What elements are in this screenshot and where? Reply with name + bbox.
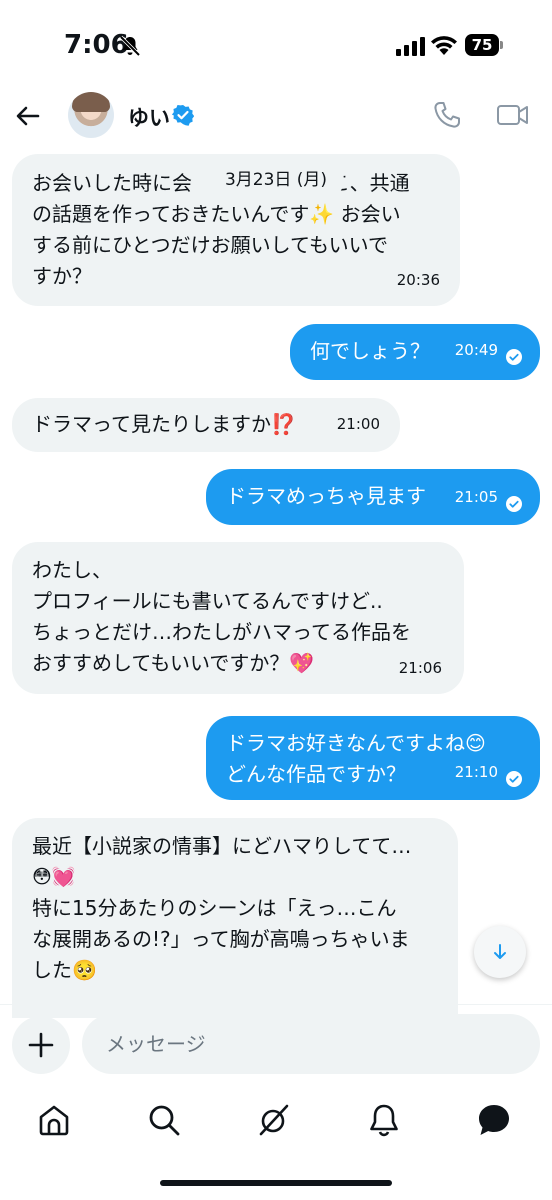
notifications-icon[interactable] <box>366 1102 402 1138</box>
message-incoming[interactable]: ドラマって見たりしますか⁉️ 21:00 <box>12 398 400 452</box>
bottom-tab-bar <box>0 1090 552 1150</box>
message-outgoing[interactable]: ドラマめっちゃ見ます 21:05 <box>206 469 540 525</box>
battery-indicator: 75 <box>465 34 505 56</box>
message-incoming[interactable]: わたし、 プロフィールにも書いてるんですけど.. ちょっとだけ…わたしがハマって… <box>12 542 464 694</box>
search-icon[interactable] <box>146 1102 182 1138</box>
back-arrow-icon[interactable] <box>12 100 44 132</box>
read-receipt-icon <box>506 496 522 512</box>
plus-icon <box>28 1032 54 1058</box>
message-timestamp: 21:06 <box>398 659 442 677</box>
message-input[interactable] <box>82 1014 540 1074</box>
grok-icon[interactable] <box>256 1102 292 1138</box>
message-incoming[interactable]: 最近【小説家の情事】にどハマりしてて… 😳💓 特に15分あたりのシーンは「えっ…… <box>12 818 458 1018</box>
message-timestamp: 21:10 <box>454 763 498 781</box>
video-call-icon[interactable] <box>496 100 530 130</box>
conversation-header: ゆい <box>0 90 552 146</box>
home-indicator <box>160 1180 392 1186</box>
message-outgoing[interactable]: ドラマお好きなんですよね😊 どんな作品ですか？ 21:10 <box>206 716 540 800</box>
attach-button[interactable] <box>12 1016 70 1074</box>
read-receipt-icon <box>506 349 522 365</box>
bell-muted-icon <box>119 35 141 57</box>
arrow-down-icon <box>494 944 506 959</box>
battery-level: 75 <box>471 36 493 54</box>
wifi-icon <box>431 36 457 55</box>
phone-call-icon[interactable] <box>432 100 462 130</box>
home-icon[interactable] <box>36 1102 72 1138</box>
message-timestamp: 21:00 <box>336 415 380 433</box>
scroll-to-bottom-button[interactable] <box>474 926 526 978</box>
date-separator: 3月23日 (月) <box>208 160 344 200</box>
message-timestamp: 21:05 <box>454 488 498 506</box>
cellular-signal-icon <box>396 37 425 56</box>
avatar[interactable] <box>68 92 114 138</box>
message-timestamp: 20:49 <box>454 341 498 359</box>
composer-divider <box>0 1004 552 1005</box>
read-receipt-icon <box>506 771 522 787</box>
messages-icon[interactable] <box>476 1102 512 1138</box>
status-bar: 7:06 75 <box>0 0 552 90</box>
contact-name[interactable]: ゆい <box>128 102 170 132</box>
message-timestamp: 20:36 <box>396 271 440 289</box>
message-outgoing[interactable]: 何でしょう？ 20:49 <box>290 324 540 380</box>
verified-badge-icon <box>172 104 194 126</box>
